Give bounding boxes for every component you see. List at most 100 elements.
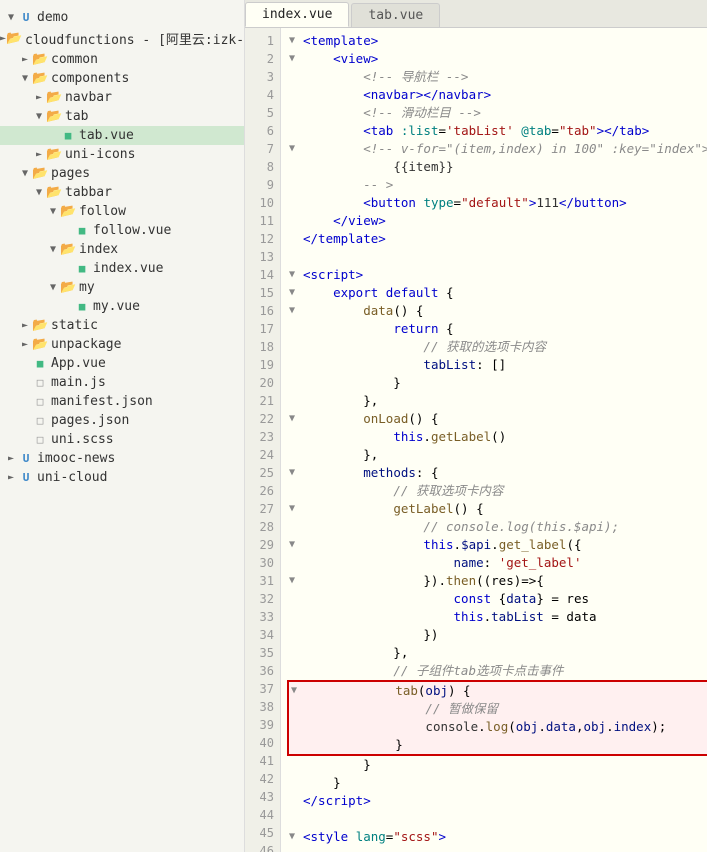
tree-item-tab.vue[interactable]: ■tab.vue bbox=[0, 126, 244, 145]
tree-label: tab.vue bbox=[79, 128, 134, 143]
tree-label: uni-icons bbox=[65, 147, 135, 162]
tree-arrow[interactable]: ▼ bbox=[32, 187, 46, 198]
code-line bbox=[289, 846, 707, 852]
fold-icon[interactable]: ▼ bbox=[289, 536, 303, 554]
tree-item-my[interactable]: ▼📂my bbox=[0, 278, 244, 297]
file-tree[interactable]: ▼Udemo►📂cloudfunctions - [阿里云:izk-d►📂com… bbox=[0, 0, 245, 852]
code-text: </view> bbox=[303, 212, 707, 230]
tree-arrow[interactable]: ► bbox=[32, 92, 46, 103]
tree-item-App.vue[interactable]: ■App.vue bbox=[0, 354, 244, 373]
fold-icon[interactable]: ▼ bbox=[289, 410, 303, 428]
file-icon: ■ bbox=[32, 357, 48, 370]
tree-item-main.js[interactable]: □main.js bbox=[0, 373, 244, 392]
code-line: this.tabList = data bbox=[289, 608, 707, 626]
code-text: <style lang="scss"> bbox=[303, 828, 707, 846]
folder-icon: 📂 bbox=[60, 204, 76, 219]
tree-arrow[interactable]: ► bbox=[4, 472, 18, 483]
tree-label: pages.json bbox=[51, 413, 129, 428]
tree-item-demo[interactable]: ▼Udemo bbox=[0, 8, 244, 27]
tree-item-index.vue[interactable]: ■index.vue bbox=[0, 259, 244, 278]
tree-arrow[interactable]: ▼ bbox=[46, 244, 60, 255]
tree-label: common bbox=[51, 52, 98, 67]
tree-arrow[interactable]: ▼ bbox=[18, 73, 32, 84]
line-number: 23 bbox=[251, 428, 274, 446]
editor-tabs[interactable]: index.vue tab.vue bbox=[245, 0, 707, 28]
code-line: ▼ methods: { bbox=[289, 464, 707, 482]
fold-icon[interactable]: ▼ bbox=[291, 682, 305, 700]
line-number: 12 bbox=[251, 230, 274, 248]
line-number: 22 bbox=[251, 410, 274, 428]
code-text: <view> bbox=[303, 50, 707, 68]
tree-arrow[interactable]: ▼ bbox=[4, 12, 18, 23]
line-number: 2 bbox=[251, 50, 274, 68]
code-line: } bbox=[289, 756, 707, 774]
line-number: 18 bbox=[251, 338, 274, 356]
fold-icon[interactable]: ▼ bbox=[289, 50, 303, 68]
tree-arrow[interactable]: ► bbox=[18, 320, 32, 331]
line-number: 16 bbox=[251, 302, 274, 320]
tree-arrow[interactable]: ▼ bbox=[46, 206, 60, 217]
tab-index-vue[interactable]: index.vue bbox=[245, 2, 349, 27]
code-line: // 子组件tab选项卡点击事件 bbox=[289, 662, 707, 680]
code-text: tabList: [] bbox=[303, 356, 707, 374]
fold-icon[interactable]: ▼ bbox=[289, 140, 303, 158]
file-icon: □ bbox=[32, 414, 48, 427]
fold-icon[interactable]: ▼ bbox=[289, 828, 303, 846]
fold-icon[interactable]: ▼ bbox=[289, 500, 303, 518]
line-number: 19 bbox=[251, 356, 274, 374]
tree-item-imooc-news[interactable]: ►Uimooc-news bbox=[0, 449, 244, 468]
code-text: }, bbox=[303, 392, 707, 410]
tree-item-uni-icons[interactable]: ►📂uni-icons bbox=[0, 145, 244, 164]
tree-item-components[interactable]: ▼📂components bbox=[0, 69, 244, 88]
tree-arrow[interactable]: ▼ bbox=[46, 282, 60, 293]
tree-arrow[interactable]: ▼ bbox=[18, 168, 32, 179]
fold-icon[interactable]: ▼ bbox=[289, 266, 303, 284]
tree-label: App.vue bbox=[51, 356, 106, 371]
code-line: ▼<template> bbox=[289, 32, 707, 50]
tree-label: cloudfunctions - [阿里云:izk-d bbox=[25, 29, 245, 48]
tree-item-uni.scss[interactable]: □uni.scss bbox=[0, 430, 244, 449]
folder-icon: 📂 bbox=[60, 242, 76, 257]
tree-item-pages[interactable]: ▼📂pages bbox=[0, 164, 244, 183]
code-text: <!-- 导航栏 --> bbox=[303, 68, 707, 86]
tree-item-unpackage[interactable]: ►📂unpackage bbox=[0, 335, 244, 354]
tree-arrow[interactable]: ► bbox=[4, 453, 18, 464]
fold-icon[interactable]: ▼ bbox=[289, 284, 303, 302]
tree-item-follow[interactable]: ▼📂follow bbox=[0, 202, 244, 221]
tree-item-uni-cloud[interactable]: ►Uuni-cloud bbox=[0, 468, 244, 487]
code-text: }).then((res)=>{ bbox=[303, 572, 707, 590]
folder-icon: U bbox=[18, 471, 34, 484]
line-numbers: 1234567891011121314151617181920212223242… bbox=[245, 28, 281, 852]
tree-item-common[interactable]: ►📂common bbox=[0, 50, 244, 69]
code-text: onLoad() { bbox=[303, 410, 707, 428]
tree-item-my.vue[interactable]: ■my.vue bbox=[0, 297, 244, 316]
tree-item-static[interactable]: ►📂static bbox=[0, 316, 244, 335]
tree-item-cloudfunctions[interactable]: ►📂cloudfunctions - [阿里云:izk-d bbox=[0, 27, 244, 50]
tree-arrow[interactable]: ► bbox=[18, 339, 32, 350]
line-number: 6 bbox=[251, 122, 274, 140]
tree-item-navbar[interactable]: ►📂navbar bbox=[0, 88, 244, 107]
code-text: <navbar></navbar> bbox=[303, 86, 707, 104]
line-number: 40 bbox=[251, 734, 274, 752]
code-line: ▼ export default { bbox=[289, 284, 707, 302]
code-text: // 暂做保留 bbox=[305, 700, 707, 718]
tab-tab-vue[interactable]: tab.vue bbox=[351, 3, 440, 27]
fold-icon[interactable]: ▼ bbox=[289, 302, 303, 320]
tree-item-follow.vue[interactable]: ■follow.vue bbox=[0, 221, 244, 240]
code-text: -- > bbox=[303, 176, 707, 194]
tree-arrow[interactable]: ► bbox=[32, 149, 46, 160]
code-line: -- > bbox=[289, 176, 707, 194]
tree-item-index[interactable]: ▼📂index bbox=[0, 240, 244, 259]
fold-icon[interactable]: ▼ bbox=[289, 572, 303, 590]
tree-item-manifest.json[interactable]: □manifest.json bbox=[0, 392, 244, 411]
fold-icon[interactable]: ▼ bbox=[289, 32, 303, 50]
tree-label: static bbox=[51, 318, 98, 333]
tree-arrow[interactable]: ► bbox=[18, 54, 32, 65]
tree-item-pages.json[interactable]: □pages.json bbox=[0, 411, 244, 430]
fold-icon[interactable]: ▼ bbox=[289, 464, 303, 482]
tree-arrow[interactable]: ▼ bbox=[32, 111, 46, 122]
tree-item-tabbar[interactable]: ▼📂tabbar bbox=[0, 183, 244, 202]
tree-item-tab[interactable]: ▼📂tab bbox=[0, 107, 244, 126]
code-line: ▼ data() { bbox=[289, 302, 707, 320]
tree-label: unpackage bbox=[51, 337, 121, 352]
